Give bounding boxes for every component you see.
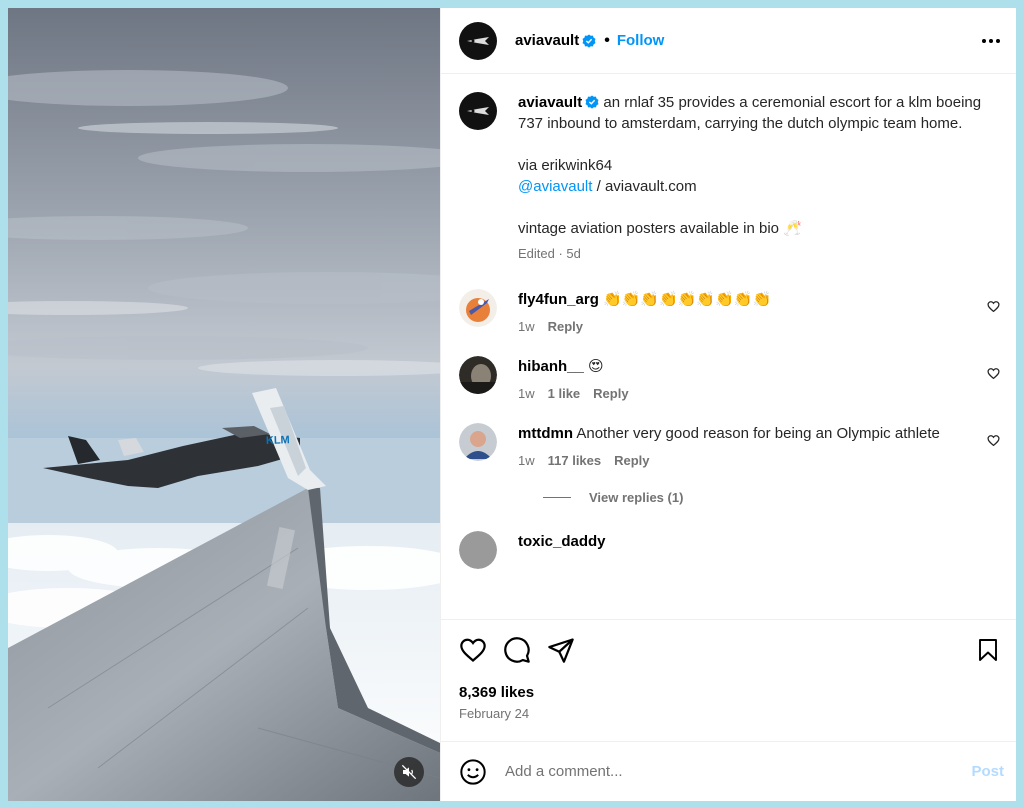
author-avatar[interactable]: [459, 21, 497, 60]
comment-row: mttdmn Another very good reason for bein…: [459, 423, 1000, 468]
view-replies-button[interactable]: View replies (1): [543, 490, 1000, 505]
author-username[interactable]: aviavault: [515, 32, 579, 49]
comment-row: toxic_daddy: [459, 531, 1000, 569]
comment-like-heart-icon[interactable]: [987, 367, 1000, 380]
comment-username[interactable]: fly4fun_arg: [518, 291, 599, 308]
smiley-icon: [460, 758, 486, 785]
emoji-button[interactable]: [459, 758, 487, 786]
post-header: aviavault • Follow: [441, 8, 1016, 74]
comment-username[interactable]: hibanh__: [518, 358, 584, 375]
caption-via: via erikwink64: [518, 157, 613, 174]
post-side-panel: aviavault • Follow aviavault an rnlaf 35…: [440, 8, 1016, 801]
video-frame: KLM: [8, 8, 440, 801]
comment-reply-button[interactable]: Reply: [548, 319, 583, 334]
avatar-image: [459, 356, 497, 394]
avatar-image: [459, 289, 497, 327]
comment-button[interactable]: [503, 636, 531, 664]
caption-mention-link[interactable]: @aviavault: [518, 178, 592, 195]
comment-like-count[interactable]: 1 like: [548, 386, 581, 401]
comment-time: 1w: [518, 386, 535, 401]
post-actions: 8,369 likes February 24: [441, 619, 1016, 741]
comment-username[interactable]: mttdmn: [518, 425, 573, 442]
comment-username[interactable]: toxic_daddy: [518, 533, 606, 550]
view-replies-label: View replies (1): [589, 490, 684, 505]
comment-reply-button[interactable]: Reply: [593, 386, 628, 401]
comment-text: 👏👏👏👏👏👏👏👏👏: [603, 291, 772, 308]
comment-like-heart-icon[interactable]: [987, 300, 1000, 313]
aviavault-logo-icon: [467, 107, 489, 115]
commenter-avatar[interactable]: [459, 356, 497, 394]
paper-plane-icon: [548, 638, 574, 663]
likes-count[interactable]: 8,369 likes: [459, 684, 1000, 701]
save-button[interactable]: [976, 637, 1000, 663]
commenter-avatar[interactable]: [459, 423, 497, 461]
post-video[interactable]: KLM: [8, 8, 440, 801]
mute-toggle-button[interactable]: [394, 757, 424, 787]
comment-like-heart-icon[interactable]: [987, 434, 1000, 447]
comments-list[interactable]: aviavault an rnlaf 35 provides a ceremon…: [441, 74, 1016, 619]
add-comment-bar: Post: [441, 741, 1016, 801]
caption-meta: Edited · 5d: [518, 246, 581, 261]
post-comment-button[interactable]: Post: [971, 763, 1004, 780]
replies-divider: [543, 497, 571, 498]
speaker-muted-icon: [401, 764, 417, 780]
comment-input[interactable]: [505, 763, 972, 780]
commenter-avatar[interactable]: [459, 531, 497, 569]
aviavault-logo-icon: [467, 36, 489, 45]
more-options-icon[interactable]: [982, 38, 1000, 43]
comment-text: Another very good reason for being an Ol…: [576, 425, 940, 442]
comment-bubble-icon: [504, 637, 530, 663]
comment-row: hibanh__ 😍 1w 1 like Reply: [459, 356, 1000, 401]
comment-text: 😍: [588, 358, 604, 375]
post-date[interactable]: February 24: [459, 706, 1000, 721]
comment-reply-button[interactable]: Reply: [614, 453, 649, 468]
follow-button[interactable]: Follow: [617, 32, 665, 49]
verified-badge-icon: [585, 95, 599, 109]
verified-badge-icon: [582, 33, 596, 48]
post-modal: KLM aviavault • Follow aviavault an rnla…: [8, 8, 1016, 801]
caption-posters: vintage aviation posters available in bi…: [518, 220, 802, 237]
like-button[interactable]: [459, 636, 487, 664]
comment-time: 1w: [518, 453, 535, 468]
comment-row: fly4fun_arg 👏👏👏👏👏👏👏👏👏 1w Reply: [459, 289, 1000, 334]
caption-author-avatar[interactable]: [459, 92, 497, 130]
caption-site: / aviavault.com: [592, 178, 697, 195]
commenter-avatar[interactable]: [459, 289, 497, 327]
heart-icon: [460, 638, 486, 662]
comment-like-count[interactable]: 117 likes: [548, 453, 602, 468]
bookmark-icon: [979, 639, 997, 661]
avatar-image: [459, 423, 497, 461]
caption-username[interactable]: aviavault: [518, 94, 582, 111]
avatar-image: [459, 531, 497, 569]
caption-text: aviavault an rnlaf 35 provides a ceremon…: [518, 92, 1000, 239]
comment-time: 1w: [518, 319, 535, 334]
svg-text:KLM: KLM: [266, 434, 290, 447]
caption: aviavault an rnlaf 35 provides a ceremon…: [459, 92, 1000, 261]
header-separator: •: [604, 31, 610, 49]
share-button[interactable]: [547, 636, 575, 664]
